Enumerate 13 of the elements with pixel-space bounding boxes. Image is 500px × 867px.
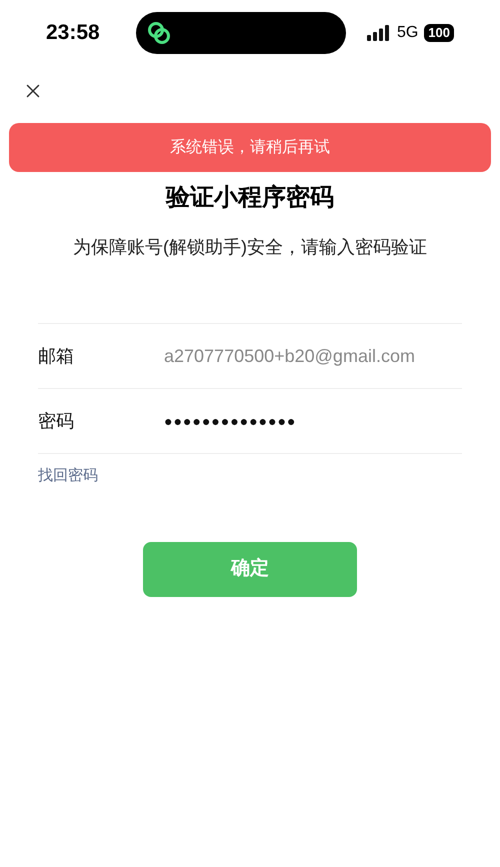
linked-rings-icon bbox=[146, 20, 172, 46]
email-field[interactable]: a2707770500+b20@gmail.com bbox=[164, 342, 415, 370]
forgot-password-link[interactable]: 找回密码 bbox=[38, 467, 98, 484]
password-field[interactable]: ●●●●●●●●●●●●●● bbox=[164, 410, 296, 432]
battery-indicator: 100 bbox=[424, 24, 454, 42]
network-label: 5G bbox=[396, 23, 418, 43]
page-title: 验证小程序密码 bbox=[164, 183, 335, 213]
field-label: 密码 bbox=[38, 410, 75, 432]
error-toast: 系统错误，请稍后再试 bbox=[9, 123, 491, 172]
signal-icon bbox=[366, 25, 391, 41]
page-subtitle: 为保障账号(解锁助手)安全，请输入密码验证 bbox=[72, 236, 428, 259]
field-label: 邮箱 bbox=[38, 344, 75, 368]
status-time: 23:58 bbox=[46, 20, 101, 46]
